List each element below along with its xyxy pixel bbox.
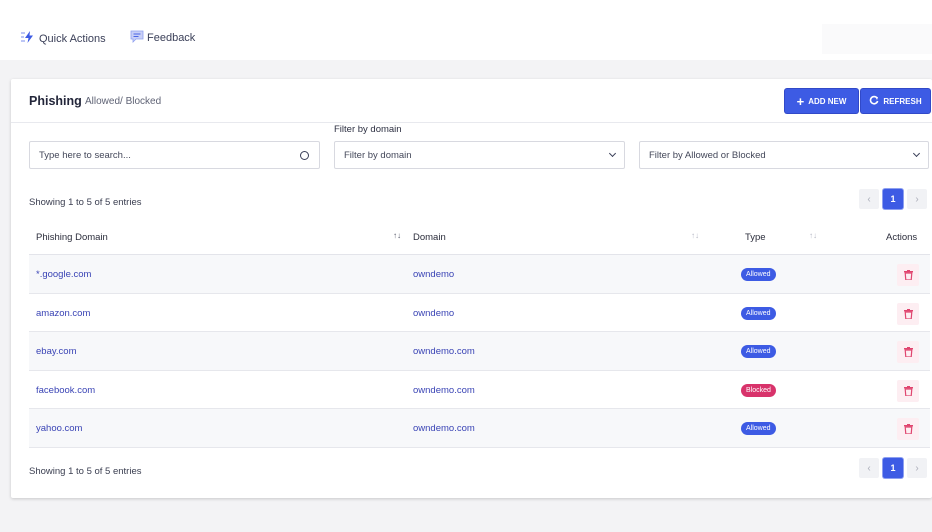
pagination-top: ‹ 1 ›	[859, 189, 927, 209]
trash-icon	[903, 424, 913, 434]
page-subtitle: Allowed/ Blocked	[85, 96, 162, 107]
add-new-label: ADD NEW	[808, 96, 847, 106]
type-filter-value: Filter by Allowed or Blocked	[649, 149, 766, 161]
table-header: Phishing Domain ↑↓ Domain ↑↓ Type ↑↓ Act…	[29, 219, 930, 255]
col-actions: Actions	[886, 232, 918, 243]
status-badge: Allowed	[741, 306, 776, 320]
search-icon	[300, 151, 309, 160]
col-type[interactable]: Type	[745, 232, 766, 243]
phishing-domain-cell[interactable]: facebook.com	[36, 385, 95, 396]
trash-icon	[903, 270, 913, 280]
lightning-icon	[20, 30, 36, 47]
status-badge: Allowed	[741, 345, 776, 358]
top-bar: Quick Actions Feedback	[0, 0, 932, 60]
type-filter-select[interactable]: Filter by Allowed or Blocked	[639, 141, 929, 169]
trash-icon	[903, 385, 913, 396]
pagination-bottom: ‹ 1 ›	[859, 458, 927, 478]
table-row: *.google.com owndemo Allowed	[29, 255, 930, 294]
status-badge: Allowed	[741, 268, 776, 281]
status-badge: Allowed	[741, 422, 776, 435]
page-1-button[interactable]: 1	[883, 189, 903, 209]
phishing-domain-cell[interactable]: amazon.com	[36, 308, 90, 319]
quick-actions-link[interactable]: Quick Actions	[20, 30, 106, 47]
prev-page-button[interactable]: ‹	[859, 458, 879, 478]
domain-cell[interactable]: owndemo.com	[413, 385, 475, 396]
domain-cell[interactable]: owndemo.com	[413, 346, 475, 357]
entries-info-bottom: Showing 1 to 5 of 5 entries	[29, 466, 142, 477]
refresh-icon	[869, 95, 879, 107]
search-input[interactable]: Type here to search...	[29, 141, 320, 169]
table-row: yahoo.com owndemo.com Allowed	[29, 409, 930, 448]
next-page-button[interactable]: ›	[907, 458, 927, 478]
filter-by-domain-label: Filter by domain	[334, 124, 402, 135]
phishing-card: Phishing Allowed/ Blocked + ADD NEW REFR…	[11, 79, 932, 498]
refresh-label: REFRESH	[883, 96, 922, 106]
sort-icon[interactable]: ↑↓	[691, 231, 699, 240]
delete-button[interactable]	[897, 264, 919, 286]
domain-filter-value: Filter by domain	[344, 149, 412, 161]
feedback-icon	[130, 30, 144, 46]
topbar-placeholder	[822, 24, 932, 54]
trash-icon	[903, 308, 913, 319]
delete-button[interactable]	[897, 418, 919, 440]
table-row: facebook.com owndemo.com Blocked	[29, 371, 930, 409]
card-header: Phishing Allowed/ Blocked + ADD NEW REFR…	[11, 79, 932, 123]
delete-button[interactable]	[897, 302, 919, 325]
entries-info-top: Showing 1 to 5 of 5 entries	[29, 197, 142, 208]
col-phishing-domain[interactable]: Phishing Domain	[36, 232, 108, 243]
phishing-domain-cell[interactable]: ebay.com	[36, 346, 76, 357]
plus-icon: +	[796, 93, 805, 109]
next-page-button[interactable]: ›	[907, 189, 927, 209]
feedback-label: Feedback	[147, 32, 196, 44]
chevron-down-icon	[912, 149, 921, 158]
page-title: Phishing	[29, 94, 82, 108]
search-placeholder: Type here to search...	[39, 149, 131, 161]
phishing-domain-cell[interactable]: yahoo.com	[36, 423, 82, 434]
page-1-button[interactable]: 1	[883, 458, 903, 478]
delete-button[interactable]	[897, 341, 919, 363]
domain-cell[interactable]: owndemo	[413, 308, 454, 319]
domain-filter-select[interactable]: Filter by domain	[334, 141, 625, 169]
table-row: ebay.com owndemo.com Allowed	[29, 332, 930, 371]
domain-cell[interactable]: owndemo	[413, 269, 454, 280]
chevron-down-icon	[608, 149, 617, 158]
refresh-button[interactable]: REFRESH	[861, 89, 930, 113]
add-new-button[interactable]: + ADD NEW	[785, 89, 858, 113]
status-badge: Blocked	[741, 383, 776, 397]
trash-icon	[903, 347, 913, 357]
col-domain[interactable]: Domain	[413, 232, 446, 243]
sort-icon[interactable]: ↑↓	[809, 231, 817, 240]
delete-button[interactable]	[897, 379, 919, 402]
prev-page-button[interactable]: ‹	[859, 189, 879, 209]
sort-icon[interactable]: ↑↓	[393, 231, 401, 240]
phishing-domain-cell[interactable]: *.google.com	[36, 269, 91, 280]
feedback-link[interactable]: Feedback	[130, 30, 195, 46]
table-row: amazon.com owndemo Allowed	[29, 294, 930, 332]
domain-cell[interactable]: owndemo.com	[413, 423, 475, 434]
quick-actions-label: Quick Actions	[39, 32, 106, 45]
